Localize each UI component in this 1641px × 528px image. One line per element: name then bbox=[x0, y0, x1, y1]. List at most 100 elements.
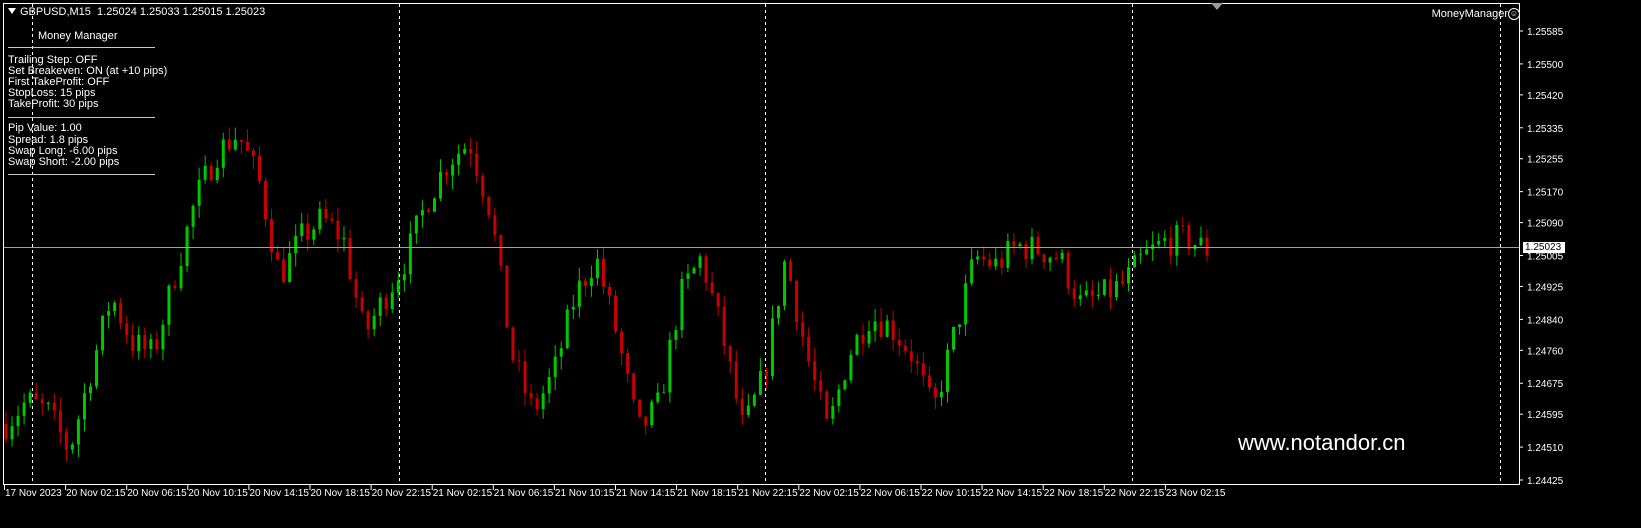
bear-candle bbox=[740, 398, 744, 415]
candles bbox=[4, 127, 1209, 462]
bear-candle bbox=[481, 175, 485, 197]
bull-candle bbox=[82, 393, 86, 420]
bear-candle bbox=[125, 323, 129, 336]
bear-candle bbox=[704, 256, 708, 283]
smiley-icon[interactable]: ☺ bbox=[1508, 8, 1520, 20]
bull-candle bbox=[686, 273, 690, 279]
bear-candle bbox=[644, 416, 648, 425]
bull-candle bbox=[76, 419, 80, 445]
money-manager-title: Money Manager bbox=[38, 30, 118, 42]
bull-candle bbox=[185, 226, 189, 267]
bull-candle bbox=[595, 258, 599, 279]
time-tick-label: 22 Nov 14:15 bbox=[983, 488, 1043, 499]
time-axis: 17 Nov 2023 20 Nov 02:15 20 Nov 06:15 20 No… bbox=[4, 485, 1226, 499]
price-tick-label: 1.24510 bbox=[1527, 443, 1564, 454]
time-tick-label: 22 Nov 02:15 bbox=[799, 488, 859, 499]
bear-candle bbox=[119, 302, 123, 324]
bull-candle bbox=[571, 306, 575, 310]
bear-candle bbox=[861, 334, 865, 344]
bull-candle bbox=[161, 324, 165, 350]
price-tick-label: 1.25255 bbox=[1527, 155, 1564, 166]
bull-candle bbox=[843, 380, 847, 390]
bull-candle bbox=[964, 283, 968, 325]
bull-candle bbox=[203, 165, 207, 180]
bull-candle bbox=[1048, 257, 1052, 263]
bear-candle bbox=[499, 235, 503, 266]
bear-candle bbox=[1072, 288, 1076, 300]
bull-candle bbox=[312, 229, 316, 240]
bull-candle bbox=[873, 321, 877, 332]
bear-candle bbox=[982, 256, 986, 260]
bull-candle bbox=[783, 261, 787, 306]
bear-candle bbox=[710, 282, 714, 294]
bull-candle bbox=[451, 164, 455, 176]
bear-candle bbox=[282, 259, 286, 283]
bull-candle bbox=[746, 405, 750, 415]
expert-name[interactable]: MoneyManager bbox=[1432, 8, 1508, 20]
price-tick-label: 1.25500 bbox=[1527, 60, 1564, 71]
bull-candle bbox=[107, 311, 111, 316]
bear-candle bbox=[517, 360, 521, 362]
bull-candle bbox=[589, 278, 593, 286]
bear-candle bbox=[819, 380, 823, 392]
bear-candle bbox=[251, 150, 255, 156]
bull-candle bbox=[650, 401, 654, 425]
bear-candle bbox=[143, 334, 147, 349]
bull-candle bbox=[1157, 240, 1161, 245]
bear-candle bbox=[795, 280, 799, 323]
bear-candle bbox=[209, 165, 213, 181]
bear-candle bbox=[909, 351, 913, 361]
bear-candle bbox=[535, 398, 539, 409]
bear-candle bbox=[1000, 258, 1004, 268]
bear-candle bbox=[245, 141, 249, 151]
bull-candle bbox=[958, 324, 962, 328]
time-tick-label: 22 Nov 18:15 bbox=[1044, 488, 1104, 499]
bull-candle bbox=[378, 297, 382, 316]
chart-header: GBPUSD,M15 1.25024 1.25033 1.25015 1.250… bbox=[8, 6, 265, 18]
chart-menu-triangle-icon[interactable] bbox=[8, 8, 16, 14]
bear-candle bbox=[583, 280, 587, 286]
bull-candle bbox=[674, 329, 678, 340]
bear-candle bbox=[493, 215, 497, 236]
divider bbox=[8, 47, 155, 48]
bull-candle bbox=[215, 167, 219, 181]
bull-candle bbox=[95, 350, 99, 387]
bear-candle bbox=[807, 336, 811, 362]
bear-candle bbox=[1090, 290, 1094, 296]
bear-candle bbox=[529, 392, 533, 399]
bull-candle bbox=[372, 315, 376, 330]
time-tick-label: 20 Nov 06:15 bbox=[127, 488, 187, 499]
bear-candle bbox=[601, 258, 605, 287]
time-tick-label: 20 Nov 14:15 bbox=[249, 488, 309, 499]
price-tick-label: 1.24760 bbox=[1527, 346, 1564, 357]
bear-candle bbox=[1042, 254, 1046, 263]
bear-candle bbox=[927, 375, 931, 388]
bear-candle bbox=[722, 306, 726, 347]
bear-candle bbox=[897, 340, 901, 346]
bear-candle bbox=[426, 209, 430, 212]
chart-shift-marker[interactable] bbox=[1211, 3, 1223, 10]
bear-candle bbox=[825, 391, 829, 419]
bull-candle bbox=[976, 256, 980, 260]
bull-candle bbox=[777, 305, 781, 319]
bear-candle bbox=[734, 361, 738, 399]
bull-candle bbox=[402, 274, 406, 281]
bull-candle bbox=[1127, 267, 1131, 284]
bull-candle bbox=[408, 233, 412, 275]
ohlc-values: 1.25024 1.25033 1.25015 1.25023 bbox=[97, 6, 266, 18]
bear-candle bbox=[523, 361, 527, 393]
bear-candle bbox=[58, 410, 62, 433]
bull-candle bbox=[233, 139, 237, 150]
bull-candle bbox=[300, 223, 304, 236]
bull-candle bbox=[885, 320, 889, 337]
price-tick-label: 1.25170 bbox=[1527, 188, 1564, 199]
price-tick-label: 1.25585 bbox=[1527, 27, 1564, 38]
bull-candle bbox=[137, 334, 141, 352]
bull-candle bbox=[439, 172, 443, 199]
bear-candle bbox=[638, 399, 642, 417]
time-tick-label: 21 Nov 06:15 bbox=[494, 488, 554, 499]
bull-candle bbox=[668, 339, 672, 393]
day-separators bbox=[32, 4, 1501, 484]
bull-candle bbox=[939, 391, 943, 398]
bull-candle bbox=[559, 348, 563, 357]
